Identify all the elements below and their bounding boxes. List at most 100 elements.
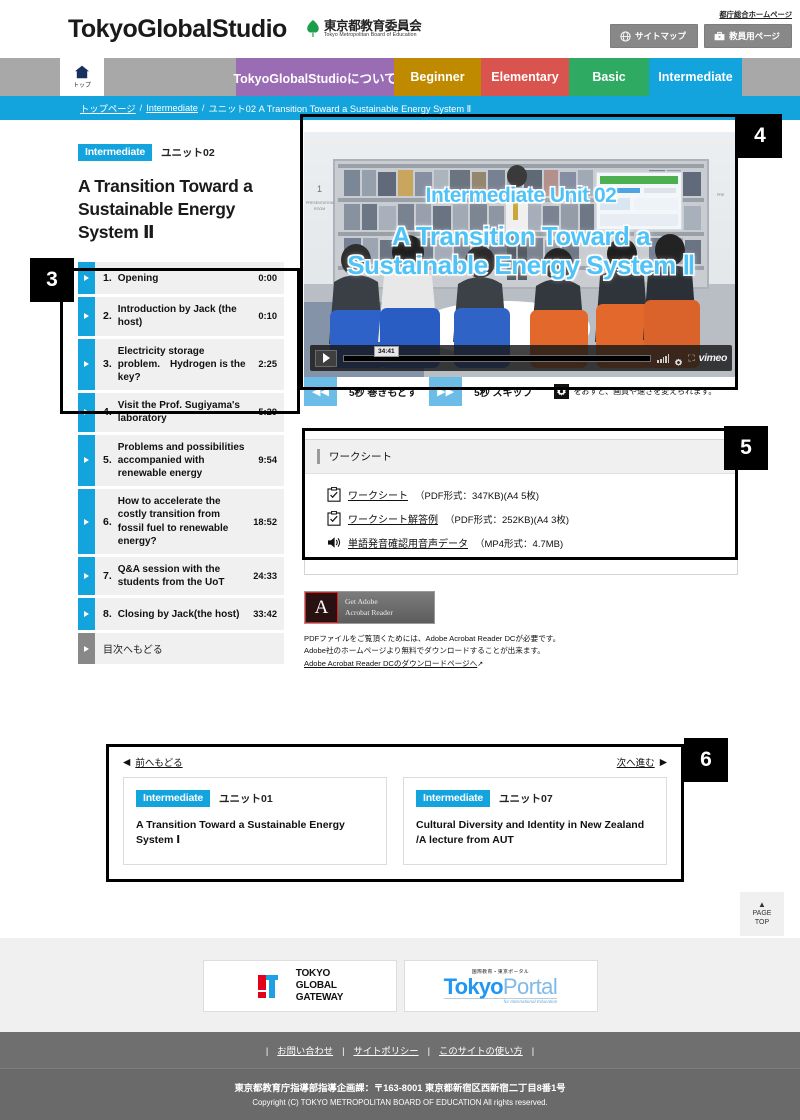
video-control-bar[interactable]: 34:41 ⛶ vimeo [310, 345, 732, 371]
tokyo-portal-word-b: Portal [502, 974, 558, 999]
lesson-main: 1 PRESENTATION ROOM PRE Intermediate Uni… [304, 132, 738, 670]
fullscreen-icon[interactable]: ⛶ [688, 353, 694, 364]
chapter-number: 5. [103, 454, 112, 467]
prev-lesson-card[interactable]: Intermediate ユニット01 A Transition Toward … [123, 777, 387, 865]
chapter-name: Q&A session with the students from the U… [117, 563, 225, 589]
tokyo-global-gateway-logo[interactable]: TOKYO GLOBAL GATEWAY [202, 960, 397, 1012]
gear-icon[interactable] [674, 354, 683, 366]
chapter-time: 18:52 [253, 516, 277, 527]
chapter-item[interactable]: 6. How to accelerate the costly transiti… [78, 489, 284, 554]
board-of-education-logo[interactable]: 東京都教育委員会 Tokyo Metropolitan Board of Edu… [305, 19, 422, 39]
chapter-time: 0:00 [258, 273, 277, 284]
nav-item-elementary[interactable]: Elementary [481, 58, 569, 96]
breadcrumb-separator-1: / [139, 103, 143, 113]
prev-arrow-icon: ◀ [123, 756, 131, 768]
nav-item-intermediate[interactable]: Intermediate [649, 58, 742, 96]
video-stage[interactable]: 1 PRESENTATION ROOM PRE Intermediate Uni… [304, 132, 738, 377]
chapter-item[interactable]: 1. Opening 0:00 [78, 262, 284, 295]
prev-card-title: A Transition Toward a Sustainable Energy… [136, 819, 345, 846]
page-top-line1: PAGE [752, 910, 772, 918]
nav-item-about-label: TokyoGlobalStudioについて [233, 71, 397, 86]
adobe-download-link[interactable]: Adobe Acrobat Reader DCのダウンロードページへ [304, 659, 477, 668]
tgg-line1: TOKYO [295, 967, 331, 979]
chapter-number: 8. [103, 608, 112, 621]
worksheet-item[interactable]: ワークシート解答例 （PDF形式：252KB)(A4 3枚) [327, 510, 715, 526]
play-icon [78, 556, 95, 596]
forward-5s-button[interactable]: ▶▶ [429, 377, 463, 406]
sitemap-button[interactable]: サイトマップ [610, 24, 698, 48]
video-player[interactable]: 1 PRESENTATION ROOM PRE Intermediate Uni… [304, 132, 738, 406]
forward-5s-label[interactable]: 5秒 スキップ [462, 377, 545, 406]
play-icon [78, 598, 95, 631]
back-to-index-button[interactable]: 目次へもどる [78, 633, 284, 665]
board-name-en: Tokyo Metropolitan Board of Education [323, 31, 417, 38]
get-adobe-reader-button[interactable]: A Get Adobe Acrobat Reader [304, 591, 435, 624]
chapter-time: 0:10 [258, 311, 277, 322]
vimeo-logo[interactable]: vimeo [699, 352, 728, 364]
play-icon [78, 393, 95, 432]
video-progress-bar[interactable]: 34:41 [343, 345, 652, 362]
site-brand-logo[interactable]: TokyoGlobalStudio [68, 15, 287, 44]
footer-link-howto[interactable]: このサイトの使い方 [430, 1046, 532, 1056]
chapter-item[interactable]: 2. Introduction by Jack (the host) 0:10 [78, 297, 284, 336]
tokyo-portal-logo[interactable]: 国際教育・東京ポータル Tokyo Portal for Internation… [403, 960, 598, 1012]
worksheet-answer-link[interactable]: ワークシート解答例 [348, 511, 438, 526]
nav-item-basic[interactable]: Basic [569, 58, 649, 96]
chapter-name: Closing by Jack(the host) [117, 608, 240, 620]
breadcrumb-item-top[interactable]: トップページ [80, 101, 136, 115]
gov-portal-link[interactable]: 都庁総合ホームページ [719, 10, 792, 20]
prev-lesson-link[interactable]: ◀ 前へもどる [123, 755, 183, 770]
chapter-time: 24:33 [253, 571, 277, 582]
gear-icon [554, 384, 570, 399]
video-duration-tooltip: 34:41 [374, 345, 399, 357]
footer-link-contact[interactable]: お問い合わせ [268, 1046, 342, 1056]
worksheet-link[interactable]: ワークシート [348, 487, 408, 502]
nav-right-pad [742, 58, 800, 96]
nav-home-button[interactable]: トップ [60, 58, 104, 96]
footer-address-line: 東京都教育庁指導部指導企画課：〒163-8001 東京都新宿区西新宿二丁目8番1… [234, 1083, 566, 1093]
page-top-button[interactable]: ▲ PAGE TOP [740, 892, 784, 936]
breadcrumb-separator-2: / [201, 103, 205, 113]
breadcrumb-current: ユニット02 A Transition Toward a Sustainable… [208, 104, 472, 114]
chapter-item[interactable]: 5. Problems and possibilities accompanie… [78, 434, 284, 487]
worksheet-item[interactable]: ワークシート （PDF形式：347KB)(A4 5枚) [327, 486, 715, 502]
prev-card-level-badge: Intermediate [136, 790, 211, 807]
prev-card-meta: Intermediate ユニット01 [136, 790, 374, 807]
adobe-acrobat-icon: A [305, 592, 338, 623]
external-link-icon: ↗ [477, 660, 484, 668]
play-icon [78, 489, 95, 554]
chapter-body: 2. Introduction by Jack (the host) 0:10 [95, 297, 284, 335]
nav-item-about[interactable]: TokyoGlobalStudioについて [233, 58, 397, 96]
rewind-5s-button[interactable]: ◀◀ [304, 377, 337, 406]
forward-icon: ▶▶ [437, 386, 455, 398]
home-icon [74, 65, 90, 79]
globe-icon [620, 30, 631, 42]
next-lesson-link[interactable]: 次へ進む ▶ [617, 755, 667, 770]
volume-icon[interactable] [657, 353, 670, 363]
chapter-body: 7. Q&A session with the students from th… [95, 557, 284, 595]
nav-item-basic-label: Basic [592, 70, 626, 84]
audio-data-link[interactable]: 単語発音確認用音声データ [348, 535, 468, 550]
chapter-time: 33:42 [253, 609, 277, 620]
chapter-number: 6. [103, 515, 112, 528]
breadcrumb-item-intermediate[interactable]: Intermediate [146, 103, 198, 113]
lesson-level-badge: Intermediate [78, 144, 153, 161]
chapter-item[interactable]: 3. Electricity storage problem. Hydrogen… [78, 338, 284, 391]
worksheet-item[interactable]: 単語発音確認用音声データ （MP4形式：4.7MB) [327, 535, 715, 550]
play-icon [78, 434, 95, 487]
prev-card-unit: ユニット01 [219, 793, 273, 805]
chapter-item[interactable]: 7. Q&A session with the students from th… [78, 556, 284, 596]
video-overlay-line2: A Transition Toward a [391, 220, 651, 251]
main-content: Intermediate ユニット02 A Transition Toward … [0, 120, 800, 740]
chapter-body: 5. Problems and possibilities accompanie… [95, 435, 284, 487]
chapter-item[interactable]: 8. Closing by Jack(the host) 33:42 [78, 598, 284, 631]
footer-link-policy[interactable]: サイトポリシー [345, 1046, 428, 1056]
tgg-line2: GLOBAL [295, 979, 337, 991]
rewind-5s-label[interactable]: 5秒 巻きもどす [337, 377, 430, 406]
teacher-page-button[interactable]: 教員用ページ [704, 24, 792, 48]
chapter-item[interactable]: 4. Visit the Prof. Sugiyama's laboratory… [78, 393, 284, 432]
next-lesson-card[interactable]: Intermediate ユニット07 Cultural Diversity a… [403, 777, 667, 865]
video-quality-note-text: をおすと、画質や速さを変えられます。 [573, 387, 717, 396]
video-play-button[interactable] [315, 349, 337, 367]
nav-item-beginner[interactable]: Beginner [394, 58, 481, 96]
